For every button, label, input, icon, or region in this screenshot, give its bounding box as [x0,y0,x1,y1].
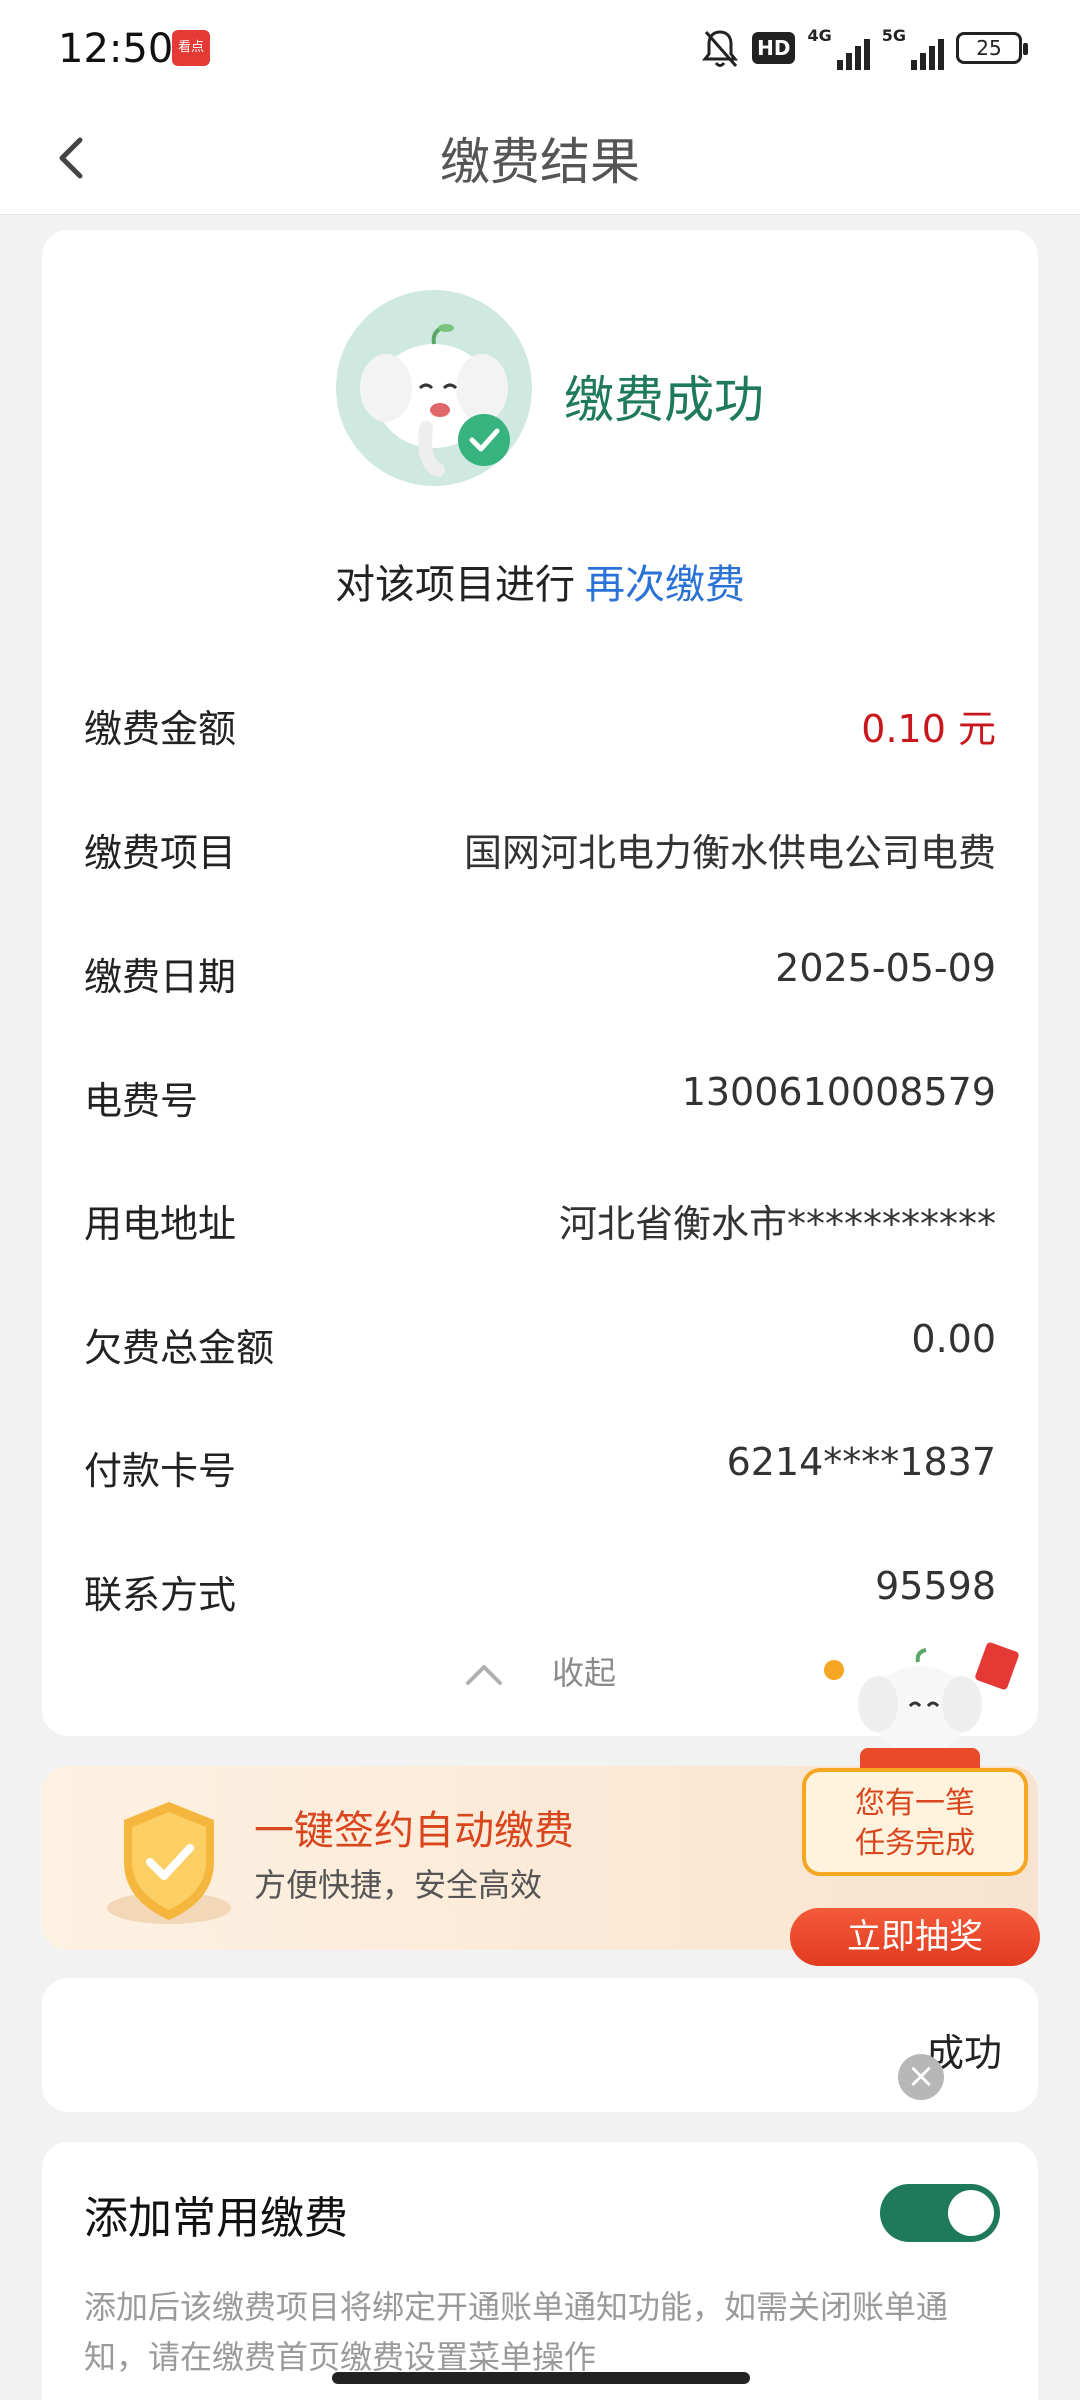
home-indicator[interactable] [332,2372,750,2384]
battery-icon: 25 [956,32,1028,64]
banner-subtitle: 方便快捷，安全高效 [254,1866,543,1904]
promo-message-box: 您有一笔 任务完成 [802,1768,1028,1876]
detail-label: 欠费总金额 [84,1326,275,1370]
detail-value: 6214****1837 [726,1440,996,1484]
detail-label: 缴费金额 [84,707,237,751]
detail-value: 2025-05-09 [775,946,996,990]
detail-row-amount: 缴费金额 0.10 元 [84,698,996,758]
detail-row-item: 缴费项目 国网河北电力衡水供电公司电费 [84,822,996,882]
add-common-toggle[interactable] [880,2184,1000,2242]
detail-row-arrears: 欠费总金额 0.00 [84,1317,996,1377]
detail-value: 国网河北电力衡水供电公司电费 [463,831,996,875]
draw-now-button[interactable]: 立即抽奖 [790,1908,1040,1966]
detail-value: 95598 [875,1564,996,1608]
bell-muted-icon [702,30,739,67]
detail-label: 电费号 [84,1079,199,1123]
status-bar: 12:50 看点 HD 4G 5G 25 [0,0,1080,100]
lottery-promo-widget[interactable]: 您有一笔 任务完成 立即抽奖 [790,1640,1040,1970]
detail-row-address: 用电地址 河北省衡水市*********** [84,1193,996,1253]
collapse-label: 收起 [551,1654,616,1692]
detail-label: 联系方式 [84,1573,237,1617]
banner-title: 一键签约自动缴费 [254,1808,574,1854]
clock: 12:50 [58,26,174,72]
network-type-label: 5G [881,26,906,45]
detail-label: 付款卡号 [84,1449,237,1493]
repay-link[interactable]: 再次缴费 [585,562,745,608]
detail-label: 缴费项目 [84,831,237,875]
detail-value: 0.00 [911,1317,996,1361]
page-title: 缴费结果 [440,133,640,191]
nav-bar: 缴费结果 [0,100,1080,215]
detail-label: 用电地址 [84,1202,237,1246]
repay-prefix: 对该项目进行 [335,562,575,608]
add-common-description: 添加后该缴费项目将绑定开通账单通知功能，如需关闭账单通知，请在缴费首页缴费设置菜… [84,2288,949,2376]
detail-label: 缴费日期 [84,955,237,999]
shield-check-icon [107,1802,231,1924]
app-notification-icon: 看点 [172,30,210,66]
info-card: 成功 [42,1978,1038,2112]
detail-value: 0.10 元 [861,707,996,751]
detail-row-contact: 联系方式 95598 [84,1564,996,1624]
detail-row-date: 缴费日期 2025-05-09 [84,946,996,1006]
elephant-gift-icon [824,1642,1019,1780]
add-common-payment-card: 添加常用缴费 添加后该缴费项目将绑定开通账单通知功能，如需关闭账单通知，请在缴费… [42,2142,1038,2400]
elephant-mascot-icon [336,290,532,486]
promo-line-2: 任务完成 [855,1826,975,1861]
status-icons: HD 4G 5G 25 [700,26,1028,70]
promo-line-1: 您有一笔 [855,1786,975,1821]
signal-4g-icon: 4G [807,26,870,70]
detail-row-account: 电费号 1300610008579 [84,1070,996,1130]
chevron-up-icon [465,1665,502,1685]
detail-row-card: 付款卡号 6214****1837 [84,1440,996,1500]
repay-line: 对该项目进行 再次缴费 [42,552,1038,610]
detail-value: 河北省衡水市*********** [558,1202,996,1246]
signal-5g-icon: 5G [882,26,944,70]
add-common-title: 添加常用缴费 [84,2193,348,2244]
payment-success-title: 缴费成功 [564,371,764,429]
payment-result-card: 缴费成功 对该项目进行 再次缴费 缴费金额 0.10 元 缴费项目 国网河北电力衡… [42,230,1038,1736]
hd-icon: HD [752,32,796,64]
network-type-label: 4G [807,26,832,45]
toggle-knob [948,2190,994,2236]
close-icon[interactable]: × [898,2054,944,2100]
detail-value: 1300610008579 [681,1070,996,1114]
